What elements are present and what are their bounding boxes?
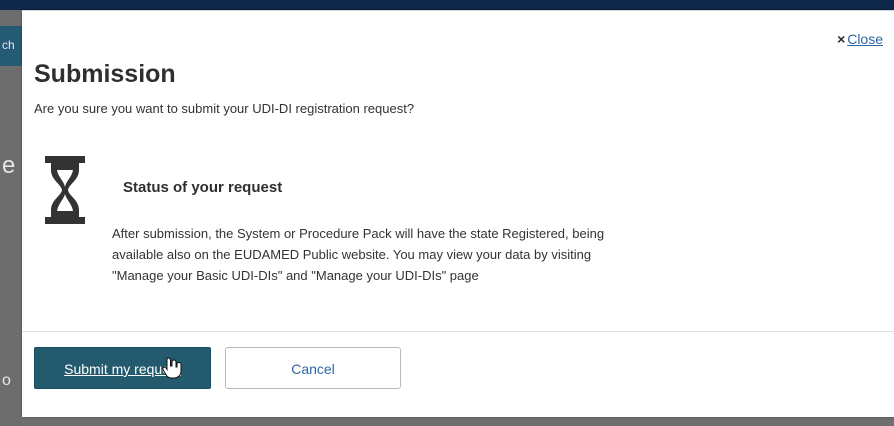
status-line-2: available also on the EUDAMED Public web… bbox=[112, 247, 592, 262]
submission-dialog: × Close Submission Are you sure you want … bbox=[22, 10, 894, 417]
status-line-3: "Manage your Basic UDI-DIs" and "Manage … bbox=[112, 268, 479, 283]
close-label: Close bbox=[847, 31, 883, 47]
dialog-title: Submission bbox=[34, 60, 176, 88]
status-line-1: After submission, the System or Procedur… bbox=[112, 226, 605, 241]
submit-request-button[interactable]: Submit my request bbox=[34, 347, 211, 389]
background-fragment-1: ch bbox=[2, 38, 15, 52]
status-heading: Status of your request bbox=[123, 179, 283, 196]
confirmation-question: Are you sure you want to submit your UDI… bbox=[34, 101, 415, 116]
background-page-edge bbox=[0, 10, 22, 426]
page: ch e o × Close Submission Are you sure yo… bbox=[0, 0, 894, 426]
cancel-button[interactable]: Cancel bbox=[225, 347, 401, 389]
close-link[interactable]: × Close bbox=[836, 29, 883, 49]
background-fragment-2: e bbox=[2, 152, 16, 179]
background-fragment-3: o bbox=[2, 372, 11, 389]
status-description: After submission, the System or Procedur… bbox=[112, 223, 722, 286]
hourglass-icon bbox=[45, 156, 85, 224]
footer-divider bbox=[22, 331, 894, 332]
close-icon: × bbox=[837, 31, 846, 47]
top-header-strip bbox=[0, 0, 894, 10]
